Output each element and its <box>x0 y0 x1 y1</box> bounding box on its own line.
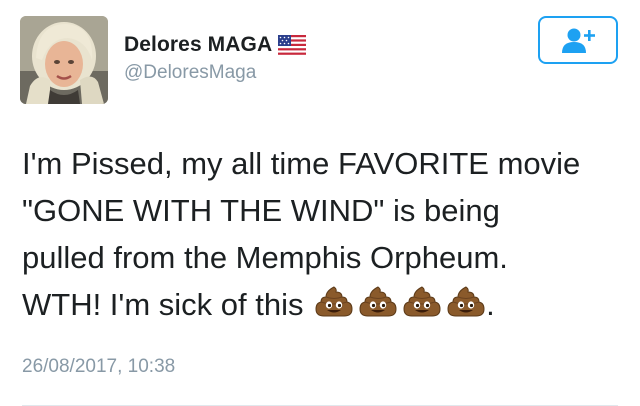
tweet-line: pulled from the Memphis Orpheum. <box>22 240 508 275</box>
follow-button[interactable] <box>538 16 618 64</box>
profile-photo <box>20 16 108 104</box>
pile-of-poo-icon <box>446 285 486 319</box>
us-flag-icon <box>278 35 307 55</box>
user-info: Delores MAGA @DeloresMaga <box>124 32 307 84</box>
trailing-punct: . <box>486 287 495 322</box>
tweet-text: I'm Pissed, my all time FAVORITE movie "… <box>22 140 622 328</box>
tweet-timestamp[interactable]: 26/08/2017, 10:38 <box>22 356 175 378</box>
add-user-icon <box>562 28 595 53</box>
pile-of-poo-icon <box>314 285 354 319</box>
tweet-line-last: WTH! I'm sick of this . <box>22 281 622 328</box>
pile-of-poo-icon <box>402 285 442 319</box>
display-name-row: Delores MAGA <box>124 32 307 58</box>
avatar[interactable] <box>20 16 108 104</box>
tweet-line: I'm Pissed, my all time FAVORITE movie <box>22 146 581 181</box>
tweet-card: Delores MAGA @DeloresMaga I'm Pissed, my… <box>0 0 640 406</box>
display-name[interactable]: Delores MAGA <box>124 33 272 57</box>
emoji-group <box>314 285 486 319</box>
user-handle[interactable]: @DeloresMaga <box>124 62 306 84</box>
pile-of-poo-icon <box>358 285 398 319</box>
tweet-line: "GONE WITH THE WIND" is being <box>22 193 500 228</box>
tweet-line-text: WTH! I'm sick of this <box>22 287 304 322</box>
